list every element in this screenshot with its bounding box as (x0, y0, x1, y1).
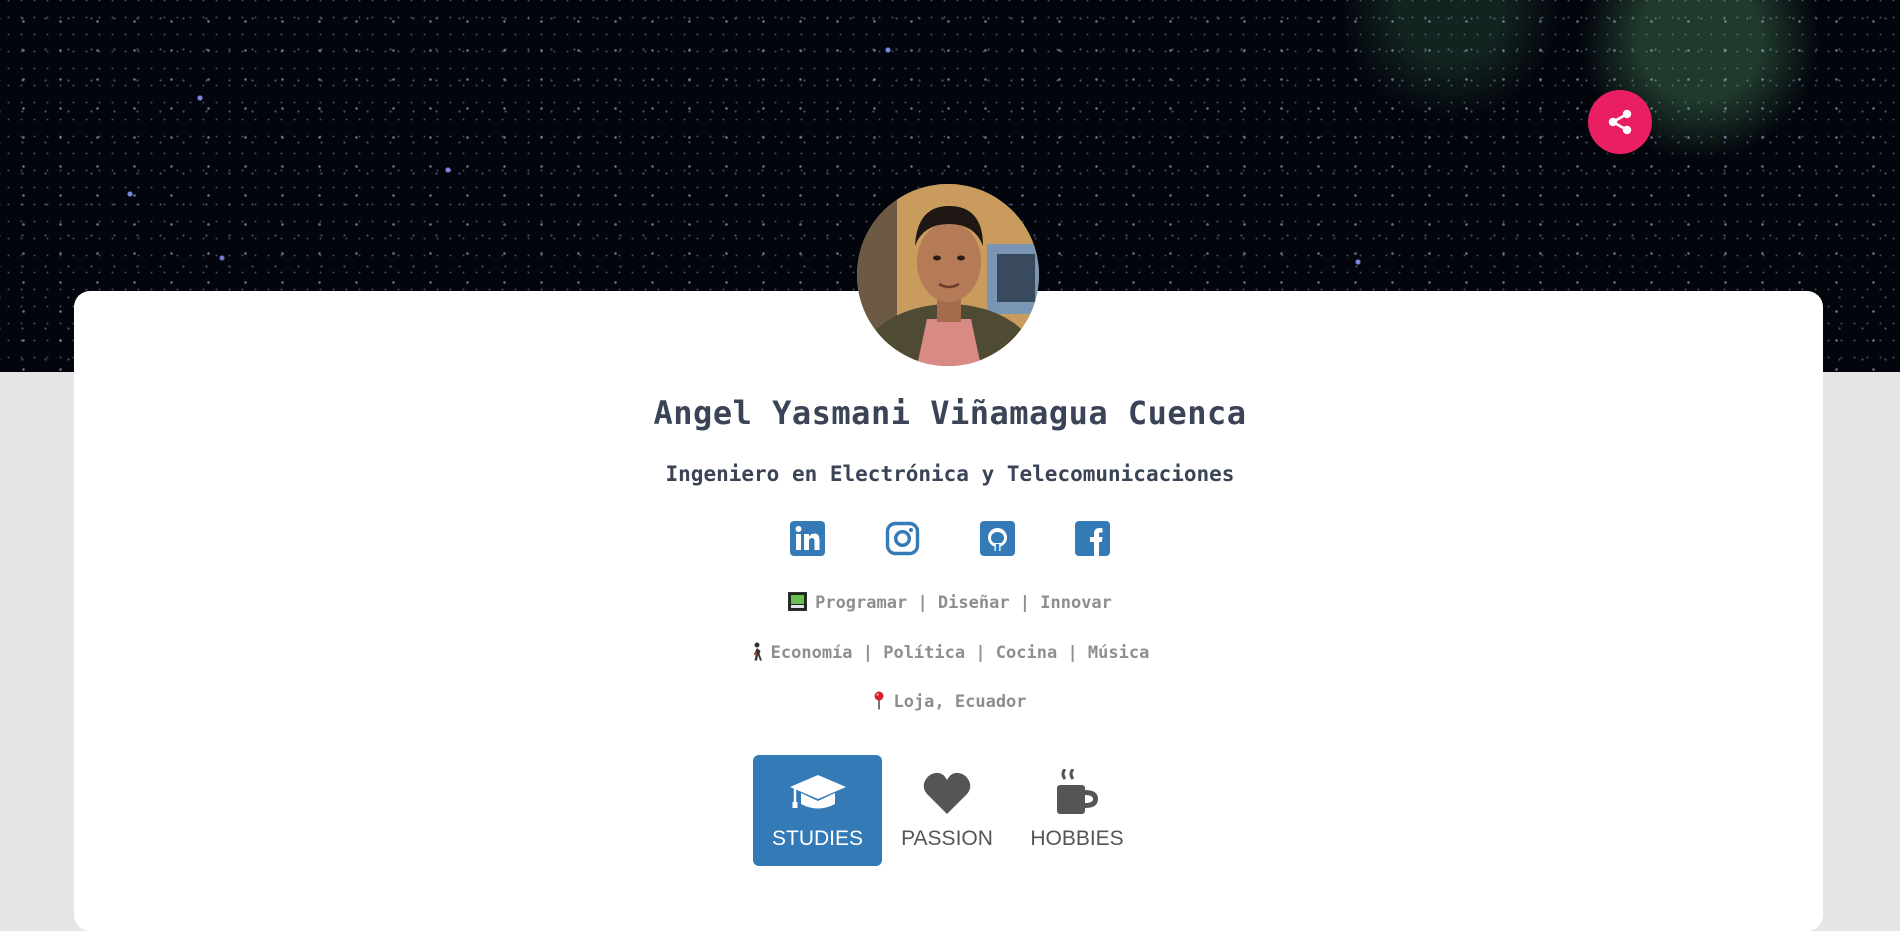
coffee-icon (1057, 769, 1098, 814)
share-button[interactable] (1588, 90, 1652, 154)
facebook-icon (1075, 521, 1110, 556)
avatar-photo (857, 184, 1039, 366)
interests-text: Economía | Política | Cocina | Música (770, 643, 1150, 663)
linkedin-icon (790, 521, 825, 556)
share-icon (1608, 109, 1632, 135)
linkedin-link[interactable] (790, 521, 825, 556)
graduation-cap-icon (789, 775, 846, 809)
facebook-link[interactable] (1075, 521, 1110, 556)
location-line: Loja, Ecuador (0, 691, 1900, 715)
tab-hobbies-label: HOBBIES (1030, 827, 1124, 850)
instagram-icon (885, 521, 920, 556)
tab-studies[interactable]: STUDIES (753, 755, 882, 866)
tab-hobbies[interactable]: HOBBIES (1012, 755, 1142, 866)
heart-icon (923, 772, 971, 814)
person-walking-icon (751, 642, 763, 666)
pushpin-icon (873, 691, 885, 715)
github-icon (980, 521, 1015, 556)
location-text: Loja, Ecuador (893, 692, 1027, 712)
tab-passion[interactable]: PASSION (882, 755, 1012, 866)
skills-text: Programar | Diseñar | Innovar (815, 593, 1112, 613)
avatar (857, 184, 1039, 366)
tab-passion-label: PASSION (901, 827, 993, 850)
instagram-link[interactable] (885, 521, 920, 556)
github-link[interactable] (980, 521, 1015, 556)
profile-title: Ingeniero en Electrónica y Telecomunicac… (665, 462, 1235, 486)
skills-line: Programar | Diseñar | Innovar (0, 592, 1900, 616)
profile-name: Angel Yasmani Viñamagua Cuenca (653, 394, 1247, 432)
social-links (0, 521, 1900, 556)
computer-emoji-icon (788, 592, 808, 616)
tab-studies-label: STUDIES (771, 827, 863, 850)
interests-line: Economía | Política | Cocina | Música (0, 642, 1900, 666)
profile-tabs: STUDIES PASSION HOBBIES (753, 755, 1142, 866)
